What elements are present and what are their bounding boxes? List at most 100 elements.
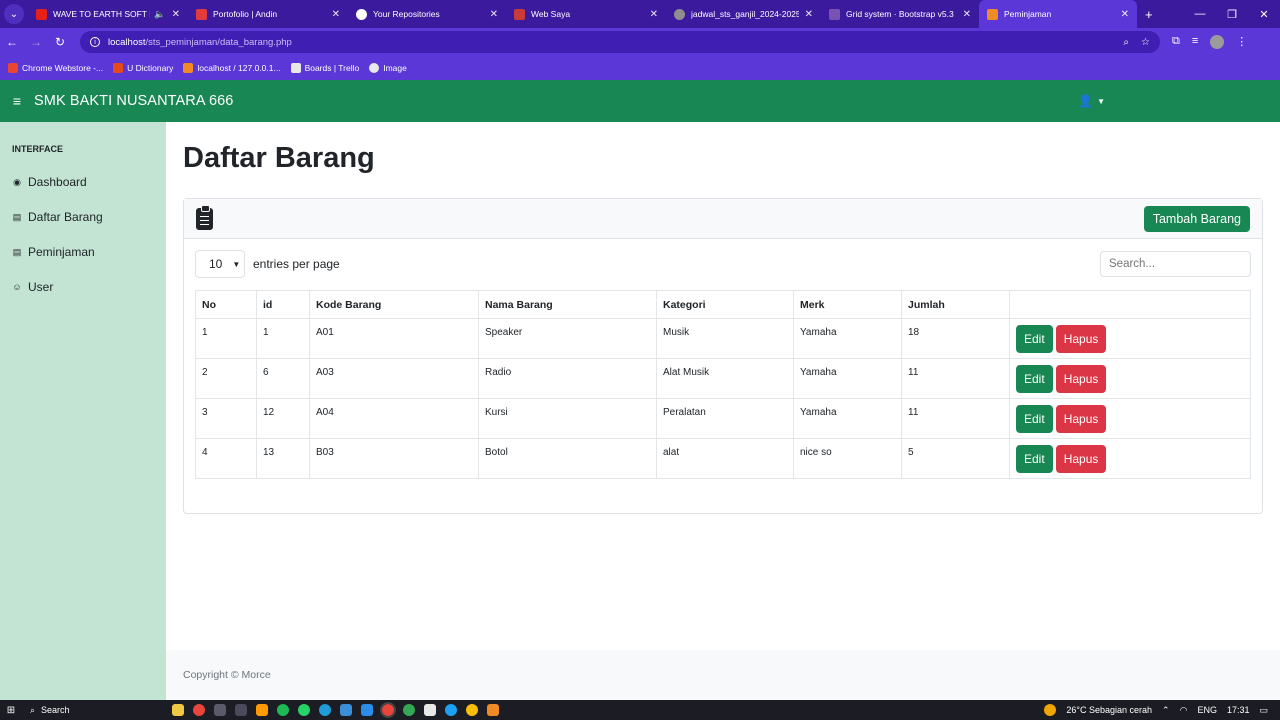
app-icon[interactable]: [424, 704, 436, 716]
bookmark-item[interactable]: Chrome Webstore -...: [8, 63, 103, 73]
tab-search-icon[interactable]: ⌄: [4, 4, 24, 24]
data-card: Tambah Barang 10 ▼ entries per page No i…: [183, 198, 1263, 514]
entries-per-page-select[interactable]: 10 ▼: [195, 250, 245, 278]
close-tab-icon[interactable]: ✕: [650, 9, 658, 20]
sidebar-item-user[interactable]: ☺ User: [12, 280, 53, 294]
column-header[interactable]: Kategori: [656, 290, 794, 319]
os-taskbar: ⊞ ⌕ Search 26°C Sebagian cerah ⌃ ◠ ENG 1…: [0, 700, 1280, 720]
notification-icon[interactable]: ▭: [1259, 705, 1268, 716]
close-tab-icon[interactable]: ✕: [805, 9, 813, 20]
windows-start-icon[interactable]: ⊞: [0, 705, 22, 716]
user-circle-icon: ☺: [12, 282, 22, 292]
taskbar-search[interactable]: ⌕ Search: [22, 705, 162, 716]
column-header[interactable]: No: [195, 290, 257, 319]
add-item-button[interactable]: Tambah Barang: [1143, 205, 1250, 232]
bookmark-item[interactable]: U Dictionary: [113, 63, 173, 73]
speaker-icon[interactable]: 🔈: [154, 9, 165, 20]
search-input[interactable]: [1100, 251, 1251, 277]
browser-tab[interactable]: WAVE TO EARTH SOFT PLAYLIST 🔈 ✕: [28, 0, 188, 28]
chrome-icon[interactable]: [193, 704, 205, 716]
forward-icon[interactable]: →: [24, 35, 48, 49]
spotify-icon[interactable]: [277, 704, 289, 716]
browser-tab[interactable]: Your Repositories ✕: [348, 0, 506, 28]
bookmark-item[interactable]: localhost / 127.0.0.1...: [183, 63, 281, 73]
site-info-icon[interactable]: i: [90, 37, 100, 47]
browser-tab[interactable]: Portofolio | Andin ✕: [188, 0, 348, 28]
system-tray: 26°C Sebagian cerah ⌃ ◠ ENG 17:31 ▭: [1044, 704, 1280, 716]
tab-title: jadwal_sts_ganjil_2024-2025[1].: [691, 9, 799, 19]
clock[interactable]: 17:31: [1227, 705, 1250, 715]
delete-button[interactable]: Hapus: [1055, 325, 1107, 353]
column-header[interactable]: Nama Barang: [478, 290, 657, 319]
app-icon[interactable]: [340, 704, 352, 716]
browser-tab-active[interactable]: Peminjaman ✕: [979, 0, 1137, 28]
wifi-icon[interactable]: ◠: [1180, 705, 1188, 716]
edit-button[interactable]: Edit: [1016, 365, 1053, 393]
url-bar[interactable]: i localhost/sts_peminjaman/data_barang.p…: [80, 31, 1160, 53]
extensions-icon[interactable]: ⧉: [1172, 35, 1180, 49]
restore-icon[interactable]: ❐: [1216, 8, 1248, 21]
language-indicator[interactable]: ENG: [1197, 705, 1217, 715]
file-explorer-icon[interactable]: [172, 704, 184, 716]
profile-avatar[interactable]: [1210, 35, 1225, 49]
column-header[interactable]: Merk: [793, 290, 902, 319]
xampp-icon[interactable]: [487, 704, 499, 716]
sidebar-item-daftar-barang[interactable]: ▤ Daftar Barang: [12, 210, 103, 224]
sidebar-item-peminjaman[interactable]: ▤ Peminjaman: [12, 245, 95, 259]
bookmark-item[interactable]: Image: [369, 63, 407, 73]
zoom-icon[interactable]: ⌕: [1123, 37, 1129, 48]
tab-title: WAVE TO EARTH SOFT PLAYLIST: [53, 9, 150, 19]
close-tab-icon[interactable]: ✕: [172, 9, 180, 20]
edit-button[interactable]: Edit: [1016, 445, 1053, 473]
calculator-icon[interactable]: [214, 704, 226, 716]
chrome-icon[interactable]: [403, 704, 415, 716]
column-header[interactable]: Kode Barang: [309, 290, 479, 319]
back-icon[interactable]: ←: [0, 35, 24, 49]
app-icon[interactable]: [445, 704, 457, 716]
user-dropdown[interactable]: 👤 ▼: [1078, 94, 1105, 108]
brand-title[interactable]: SMK BAKTI NUSANTARA 666: [34, 93, 233, 109]
delete-button[interactable]: Hapus: [1055, 405, 1107, 433]
media-icon[interactable]: ≡: [1192, 35, 1198, 49]
illustrator-icon[interactable]: [256, 704, 268, 716]
weather-text[interactable]: 26°C Sebagian cerah: [1066, 705, 1152, 715]
more-menu-icon[interactable]: ⋮: [1236, 35, 1247, 49]
delete-button[interactable]: Hapus: [1055, 365, 1107, 393]
vscode-icon[interactable]: [361, 704, 373, 716]
browser-tab[interactable]: Grid system · Bootstrap v5.3 ✕: [821, 0, 979, 28]
column-header[interactable]: Jumlah: [901, 290, 1010, 319]
cell-kode: A01: [309, 318, 479, 359]
cell-no: 1: [195, 318, 257, 359]
tab-title: Portofolio | Andin: [213, 9, 278, 19]
favicon-icon: [8, 63, 18, 73]
sidebar-item-dashboard[interactable]: ◉ Dashboard: [12, 175, 87, 189]
edge-icon[interactable]: [319, 704, 331, 716]
column-header[interactable]: id: [256, 290, 310, 319]
chevron-up-icon[interactable]: ⌃: [1162, 705, 1170, 716]
delete-button[interactable]: Hapus: [1055, 445, 1107, 473]
table-header-row: No id Kode Barang Nama Barang Kategori M…: [195, 290, 1251, 319]
cell-id: 12: [256, 398, 310, 439]
new-tab-button[interactable]: +: [1137, 0, 1165, 28]
bookmark-item[interactable]: Boards | Trello: [290, 63, 359, 73]
bookmark-star-icon[interactable]: ☆: [1141, 37, 1150, 48]
minimize-icon[interactable]: —: [1184, 8, 1216, 21]
browser-tab[interactable]: Web Saya ✕: [506, 0, 666, 28]
close-window-icon[interactable]: ✕: [1248, 8, 1280, 21]
chrome-active-icon[interactable]: [380, 702, 396, 718]
close-tab-icon[interactable]: ✕: [963, 9, 971, 20]
edit-button[interactable]: Edit: [1016, 325, 1053, 353]
close-tab-icon[interactable]: ✕: [1121, 9, 1129, 20]
chrome-icon[interactable]: [466, 704, 478, 716]
sidebar-toggle-icon[interactable]: ≡: [0, 93, 34, 109]
sidebar-item-label: Dashboard: [28, 175, 87, 189]
close-tab-icon[interactable]: ✕: [490, 9, 498, 20]
app-icon[interactable]: [235, 704, 247, 716]
edit-button[interactable]: Edit: [1016, 405, 1053, 433]
taskbar-apps: [172, 702, 499, 718]
browser-tab[interactable]: jadwal_sts_ganjil_2024-2025[1]. ✕: [666, 0, 821, 28]
reload-icon[interactable]: ↻: [48, 35, 72, 49]
whatsapp-icon[interactable]: [298, 704, 310, 716]
close-tab-icon[interactable]: ✕: [332, 9, 340, 20]
cell-jumlah: 11: [901, 398, 1010, 439]
